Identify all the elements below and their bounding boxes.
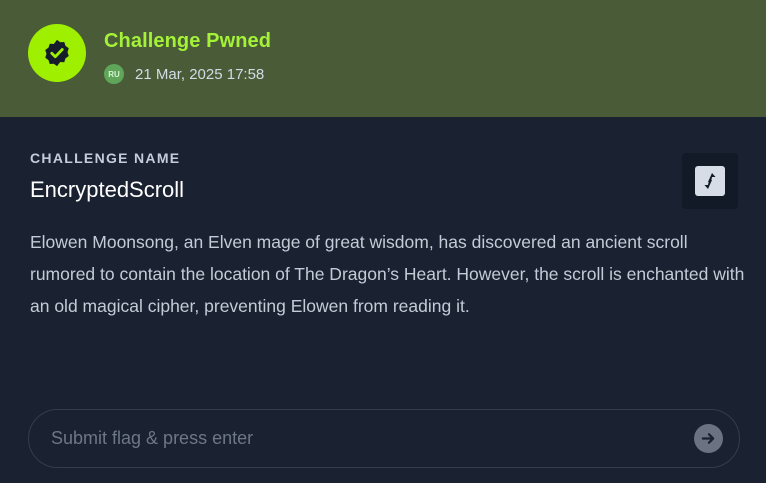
flag-submit-box [28, 409, 740, 468]
submit-flag-button[interactable] [694, 424, 723, 453]
region-badge: RU [104, 64, 124, 84]
challenge-title: EncryptedScroll [30, 177, 185, 202]
challenge-name-label: CHALLENGE NAME [30, 150, 181, 166]
verified-badge-icon [28, 24, 86, 82]
refresh-arrows-icon [695, 166, 725, 196]
pwned-meta: RU 21 Mar, 2025 17:58 [104, 64, 264, 84]
refresh-button[interactable] [682, 153, 738, 209]
pwned-timestamp: 21 Mar, 2025 17:58 [135, 65, 265, 83]
pwned-title: Challenge Pwned [104, 30, 272, 52]
pwned-banner: Challenge Pwned RU 21 Mar, 2025 17:58 [0, 0, 766, 117]
challenge-description: Elowen Moonsong, an Elven mage of great … [30, 232, 745, 316]
flag-input[interactable] [51, 410, 671, 467]
arrow-right-icon [701, 433, 715, 444]
